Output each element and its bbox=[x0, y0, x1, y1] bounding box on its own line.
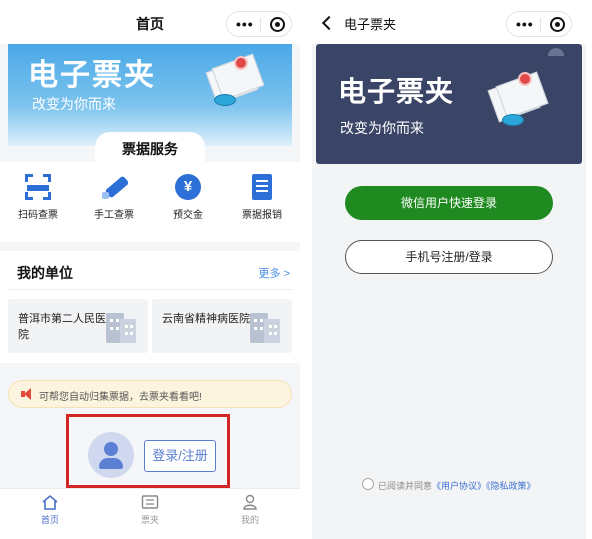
navigation-bar: 电子票夹 ••• bbox=[312, 0, 586, 44]
tab-label: 票夹 bbox=[140, 515, 159, 525]
home-screen: 首页 ••• 电子票夹 改变为你而来 票据服务 扫码查票 手工查票 ¥ 预交金 … bbox=[0, 0, 300, 539]
person-icon bbox=[241, 494, 259, 510]
page-title: 首页 bbox=[136, 16, 164, 32]
tab-label: 我的 bbox=[240, 515, 259, 525]
tab-label: 首页 bbox=[40, 515, 59, 525]
documents-illustration bbox=[204, 53, 274, 114]
agreement-prefix: 已阅读并同意 bbox=[378, 481, 433, 491]
notice-text: 可帮您自动归集票据，去票夹看看吧! bbox=[39, 392, 202, 403]
tab-home[interactable]: 首页 bbox=[20, 494, 80, 526]
document-icon bbox=[252, 174, 272, 200]
unit-name: 云南省精神病医院 bbox=[162, 313, 250, 325]
unit-name: 普洱市第二人民医院 bbox=[18, 313, 106, 341]
service-label: 预交金 bbox=[173, 210, 203, 221]
documents-illustration bbox=[486, 70, 556, 130]
miniprogram-capsule: ••• bbox=[226, 11, 292, 37]
service-label: 手工查票 bbox=[94, 210, 134, 221]
hero-banner: 电子票夹 改变为你而来 bbox=[8, 44, 292, 146]
banner-subtitle: 改变为你而来 bbox=[32, 96, 116, 112]
unit-card[interactable]: 云南省精神病医院 bbox=[152, 299, 292, 353]
ticket-login-screen: 电子票夹 ••• 电子票夹 改变为你而来 微信用户快速登录 手机号注册/登录 已… bbox=[312, 0, 586, 539]
agreement-row: 已阅读并同意《用户协议》《隐私政策》 bbox=[362, 478, 562, 492]
building-icon bbox=[250, 309, 280, 343]
speaker-icon bbox=[21, 388, 33, 400]
ticket-icon bbox=[141, 494, 159, 510]
tab-bar: 首页 票夹 我的 bbox=[0, 488, 300, 539]
user-agreement-link[interactable]: 《用户协议》 bbox=[432, 481, 486, 491]
navigation-bar: 首页 ••• bbox=[0, 0, 300, 44]
my-units-title: 我的单位 bbox=[17, 265, 73, 281]
login-register-button[interactable]: 登录/注册 bbox=[144, 440, 216, 472]
tab-mine[interactable]: 我的 bbox=[220, 494, 280, 526]
close-miniprogram-icon[interactable] bbox=[550, 17, 565, 32]
wechat-login-button[interactable]: 微信用户快速登录 bbox=[345, 186, 553, 220]
agreement-checkbox[interactable] bbox=[362, 478, 374, 490]
phone-login-button[interactable]: 手机号注册/登录 bbox=[345, 240, 553, 274]
back-icon[interactable] bbox=[321, 15, 337, 31]
unit-card[interactable]: 普洱市第二人民医院 bbox=[8, 299, 148, 353]
service-reimbursement[interactable]: 票据报销 bbox=[232, 174, 292, 221]
yen-icon: ¥ bbox=[175, 174, 201, 200]
my-units-section: 我的单位 更多 > 普洱市第二人民医院 云南省精神病医院 bbox=[0, 251, 300, 363]
home-icon bbox=[41, 494, 59, 510]
avatar[interactable] bbox=[88, 432, 134, 478]
service-scan[interactable]: 扫码查票 bbox=[8, 174, 68, 221]
banner-subtitle: 改变为你而来 bbox=[340, 120, 424, 136]
banner-title: 电子票夹 bbox=[28, 59, 156, 92]
hero-banner: 电子票夹 改变为你而来 bbox=[316, 44, 582, 164]
miniprogram-capsule: ••• bbox=[506, 11, 572, 37]
notice-bar[interactable]: 可帮您自动归集票据，去票夹看看吧! bbox=[8, 380, 292, 408]
service-label: 票据报销 bbox=[242, 210, 282, 221]
services-grid: 扫码查票 手工查票 ¥ 预交金 票据报销 bbox=[0, 162, 300, 242]
more-icon[interactable]: ••• bbox=[236, 16, 254, 32]
more-units-link[interactable]: 更多 > bbox=[259, 265, 290, 281]
close-miniprogram-icon[interactable] bbox=[270, 17, 285, 32]
pen-icon bbox=[101, 174, 130, 200]
tab-tickets[interactable]: 票夹 bbox=[120, 494, 180, 526]
building-icon bbox=[106, 309, 136, 343]
service-manual[interactable]: 手工查票 bbox=[84, 174, 144, 221]
service-label: 扫码查票 bbox=[18, 210, 58, 221]
page-title: 电子票夹 bbox=[344, 17, 397, 32]
privacy-policy-link[interactable]: 《隐私政策》 bbox=[486, 481, 536, 491]
scan-icon bbox=[25, 174, 51, 200]
banner-title: 电子票夹 bbox=[338, 76, 455, 107]
services-section-title: 票据服务 bbox=[95, 132, 205, 162]
more-icon[interactable]: ••• bbox=[516, 16, 534, 32]
service-prepayment[interactable]: ¥ 预交金 bbox=[158, 174, 218, 221]
